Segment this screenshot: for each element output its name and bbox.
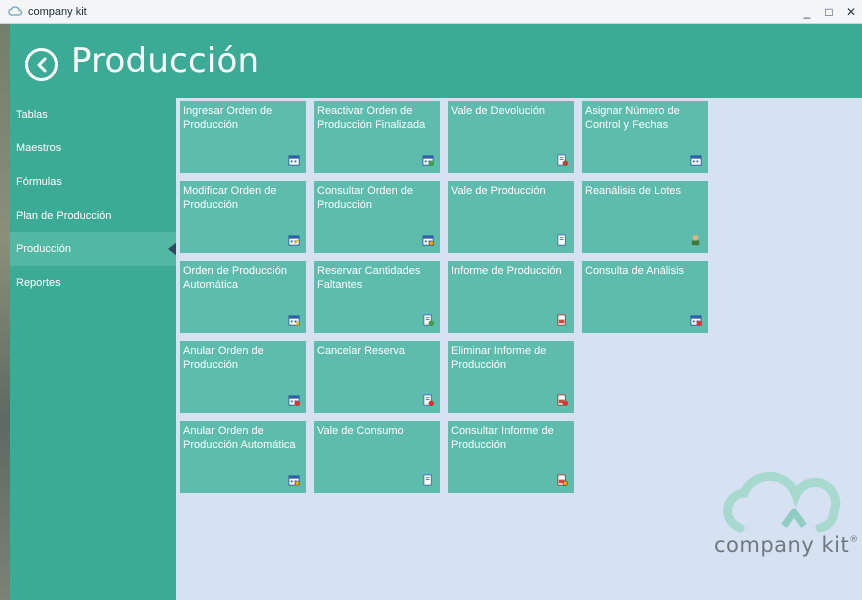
document-production-icon bbox=[557, 234, 566, 246]
tile-grid: Ingresar Orden de Producción Reactivar Or… bbox=[180, 101, 708, 493]
maximize-button[interactable]: □ bbox=[818, 0, 840, 24]
window-title: company kit bbox=[28, 5, 87, 18]
tile-orden-de-produccion-automatica[interactable]: Orden de Producción Automática bbox=[180, 261, 306, 333]
document-return-icon bbox=[557, 154, 569, 167]
tile-vale-de-produccion[interactable]: Vale de Producción bbox=[448, 181, 574, 253]
minimize-button[interactable]: _ bbox=[796, 0, 818, 24]
tile-label: Reanálisis de Lotes bbox=[585, 185, 682, 197]
background-edge bbox=[0, 0, 10, 600]
tile-label: Eliminar Informe de Producción bbox=[451, 345, 547, 371]
tile-consultar-informe-de-produccion[interactable]: Consultar Informe de Producción bbox=[448, 421, 574, 493]
sidebar-item-reportes[interactable]: Reportes bbox=[10, 266, 176, 300]
document-reserve-icon bbox=[423, 314, 435, 327]
calendar-cancel-icon bbox=[288, 395, 301, 407]
tile-reactivar-orden-de-produccion-finalizada[interactable]: Reactivar Orden de Producción Finalizada bbox=[314, 101, 440, 173]
calendar-number-icon bbox=[690, 155, 702, 166]
app-cloud-icon bbox=[8, 5, 22, 16]
tile-label: Informe de Producción bbox=[451, 265, 562, 277]
tile-eliminar-informe-de-produccion[interactable]: Eliminar Informe de Producción bbox=[448, 341, 574, 413]
tile-label: Consulta de Análisis bbox=[585, 265, 685, 277]
tile-label: Vale de Consumo bbox=[317, 425, 404, 437]
report-search-icon bbox=[557, 474, 568, 486]
sidebar: Tablas Maestros Fórmulas Plan de Producc… bbox=[10, 98, 176, 600]
tile-label: Consultar Informe de Producción bbox=[451, 425, 554, 451]
tile-label: Modificar Orden de Producción bbox=[183, 185, 277, 211]
tile-reanalisis-de-lotes[interactable]: Reanálisis de Lotes bbox=[582, 181, 708, 253]
page-title: Producción bbox=[71, 41, 260, 81]
calendar-star-icon bbox=[288, 315, 301, 327]
tile-label: Asignar Número de Control y Fechas bbox=[585, 105, 680, 131]
calendar-icon bbox=[288, 155, 300, 166]
tile-label: Vale de Producción bbox=[451, 185, 546, 197]
window-titlebar: company kit _ □ ✕ bbox=[0, 0, 862, 24]
document-consumption-icon bbox=[423, 474, 432, 486]
report-icon bbox=[557, 314, 566, 326]
sidebar-item-maestros[interactable]: Maestros bbox=[10, 132, 176, 166]
tile-label: Anular Orden de Producción bbox=[183, 345, 264, 371]
tile-anular-orden-de-produccion[interactable]: Anular Orden de Producción bbox=[180, 341, 306, 413]
calendar-edit-icon bbox=[288, 235, 300, 246]
report-delete-icon bbox=[557, 394, 569, 407]
sidebar-item-plan-de-produccion[interactable]: Plan de Producción bbox=[10, 199, 176, 233]
tile-vale-de-consumo[interactable]: Vale de Consumo bbox=[314, 421, 440, 493]
person-check-icon bbox=[691, 234, 700, 246]
tile-label: Vale de Devolución bbox=[451, 105, 545, 117]
tile-ingresar-orden-de-produccion[interactable]: Ingresar Orden de Producción bbox=[180, 101, 306, 173]
chevron-left-icon bbox=[37, 57, 46, 72]
sidebar-item-tablas[interactable]: Tablas bbox=[10, 98, 176, 132]
document-cancel-icon bbox=[423, 394, 435, 407]
tile-cancelar-reserva[interactable]: Cancelar Reserva bbox=[314, 341, 440, 413]
tile-anular-orden-de-produccion-automatica[interactable]: Anular Orden de Producción Automática bbox=[180, 421, 306, 493]
back-button[interactable] bbox=[25, 48, 58, 81]
tile-label: Reservar Cantidades Faltantes bbox=[317, 265, 421, 291]
page-header: Producción bbox=[10, 24, 862, 98]
calendar-star-cancel-icon bbox=[288, 475, 301, 487]
logo-text: company kit® bbox=[714, 533, 859, 557]
tile-vale-de-devolucion[interactable]: Vale de Devolución bbox=[448, 101, 574, 173]
tile-consultar-orden-de-produccion[interactable]: Consultar Orden de Producción bbox=[314, 181, 440, 253]
calendar-search-icon bbox=[422, 235, 434, 246]
tile-label: Reactivar Orden de Producción Finalizada bbox=[317, 105, 426, 131]
tile-label: Orden de Producción Automática bbox=[183, 265, 287, 291]
tile-label: Ingresar Orden de Producción bbox=[183, 105, 273, 131]
tile-asignar-numero-de-control-y-fechas[interactable]: Asignar Número de Control y Fechas bbox=[582, 101, 708, 173]
tile-reservar-cantidades-faltantes[interactable]: Reservar Cantidades Faltantes bbox=[314, 261, 440, 333]
tile-label: Cancelar Reserva bbox=[317, 345, 406, 357]
tile-empty bbox=[582, 341, 708, 413]
tile-label: Anular Orden de Producción Automática bbox=[183, 425, 296, 451]
close-button[interactable]: ✕ bbox=[840, 0, 862, 24]
sidebar-item-formulas[interactable]: Fórmulas bbox=[10, 165, 176, 199]
sidebar-item-produccion[interactable]: Producción bbox=[10, 232, 176, 266]
tile-consulta-de-analisis[interactable]: Consulta de Análisis bbox=[582, 261, 708, 333]
tile-informe-de-produccion[interactable]: Informe de Producción bbox=[448, 261, 574, 333]
calendar-refresh-icon bbox=[422, 155, 435, 167]
tile-label: Consultar Orden de Producción bbox=[317, 185, 413, 211]
calendar-analysis-icon bbox=[690, 315, 703, 327]
tile-modificar-orden-de-produccion[interactable]: Modificar Orden de Producción bbox=[180, 181, 306, 253]
